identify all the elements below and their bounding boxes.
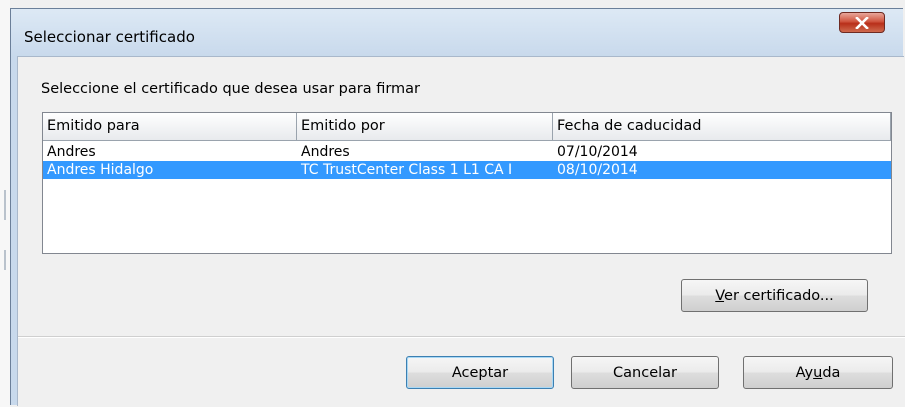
window-title: Seleccionar certificado [24,28,195,46]
help-label: Ayuda [796,365,841,381]
cell-expiry-date: 08/10/2014 [557,162,638,178]
close-icon [855,16,869,29]
cell-issued-to: Andres [47,144,96,160]
certificate-list[interactable]: Emitido para Emitido por Fecha de caduci… [42,112,892,254]
dialog-body: Seleccione el certificado que desea usar… [17,56,905,406]
label-part: da [822,364,841,381]
column-header-issued-to[interactable]: Emitido para [43,113,297,140]
mnemonic-letter: V [715,287,725,304]
label-part: er certificado... [724,287,834,304]
select-certificate-dialog: Seleccionar certificado Seleccione el ce… [10,8,905,406]
table-row[interactable]: Andres Andres 07/10/2014 [43,143,891,161]
cell-expiry-date: 07/10/2014 [557,144,638,160]
edge-mark [4,190,6,220]
cell-issued-to: Andres Hidalgo [47,162,154,178]
cell-issued-by: TC TrustCenter Class 1 L1 CA I [301,162,513,178]
instruction-label: Seleccione el certificado que desea usar… [41,81,421,97]
help-button[interactable]: Ayuda [743,356,893,389]
list-header: Emitido para Emitido por Fecha de caduci… [43,113,891,141]
view-certificate-label: Ver certificado... [715,288,834,304]
background-edge [0,0,10,407]
view-certificate-button[interactable]: Ver certificado... [681,279,868,312]
column-header-issued-by[interactable]: Emitido por [297,113,553,140]
mnemonic-letter: u [813,364,823,381]
edge-mark [4,250,6,270]
column-header-expiry-date[interactable]: Fecha de caducidad [553,113,891,140]
accept-button[interactable]: Aceptar [406,356,554,389]
cell-issued-by: Andres [301,144,350,160]
cancel-button[interactable]: Cancelar [571,356,719,389]
label-part: Ay [795,364,814,381]
table-row-selected[interactable]: Andres Hidalgo TC TrustCenter Class 1 L1… [43,161,891,179]
close-button[interactable] [839,12,885,33]
separator [18,336,905,338]
